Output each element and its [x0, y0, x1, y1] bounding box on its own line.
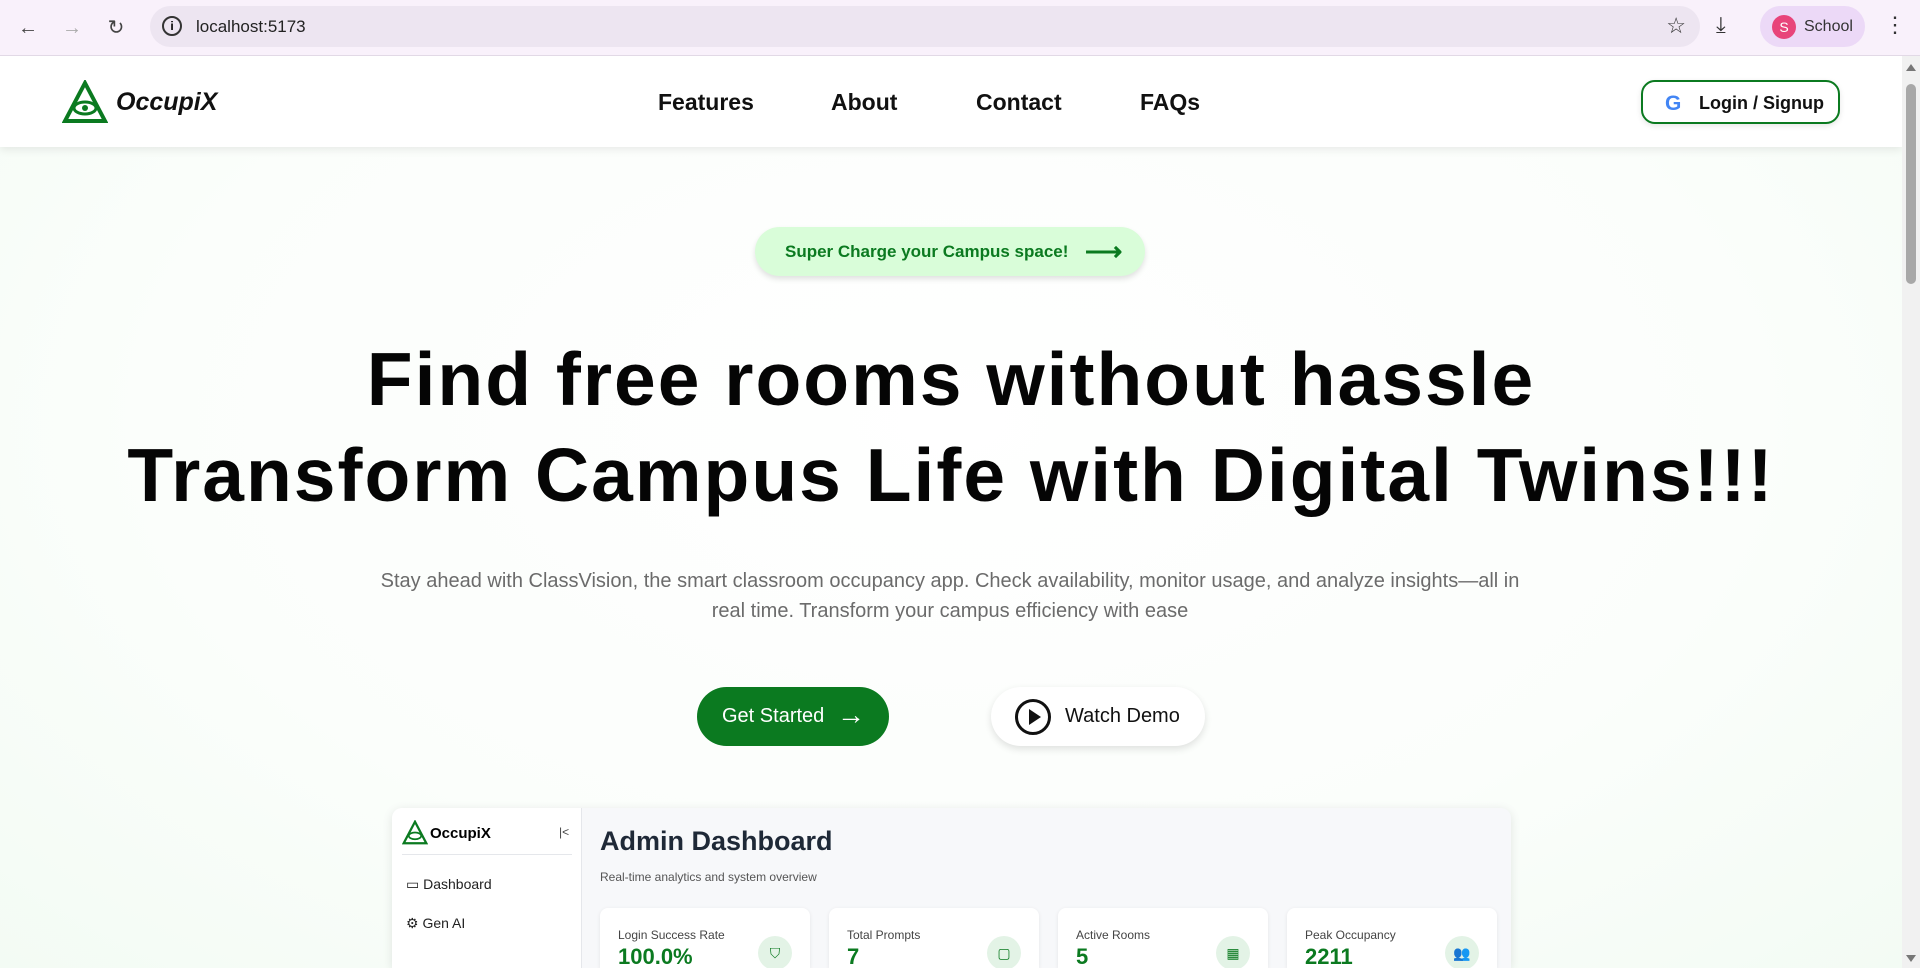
sidebar-item-gen-ai[interactable]: ⚙ Gen AI [406, 915, 465, 932]
preview-title: Admin Dashboard [600, 826, 833, 856]
supercharge-badge[interactable]: Super Charge your Campus space! ⟶ [755, 227, 1145, 276]
page-scrollbar[interactable] [1902, 56, 1920, 968]
divider [402, 854, 572, 855]
google-icon: G [1665, 92, 1682, 115]
stat-value: 2211 [1305, 944, 1353, 968]
occupix-logo-icon[interactable] [62, 80, 108, 124]
login-label: Login / Signup [1699, 93, 1824, 113]
get-started-button[interactable]: Get Started → [697, 687, 889, 746]
sidebar-item-label: Dashboard [423, 876, 492, 892]
get-started-label: Get Started [722, 705, 825, 727]
address-bar[interactable]: i localhost:5173 ☆ [150, 6, 1700, 47]
url-text[interactable]: localhost:5173 [196, 17, 306, 37]
cpu-icon: ⚙ [406, 915, 423, 931]
back-icon[interactable]: ← [12, 12, 44, 44]
sidebar-item-dashboard[interactable]: ▭ Dashboard [406, 876, 492, 893]
stat-label: Login Success Rate [618, 928, 725, 942]
nav-contact[interactable]: Contact [976, 89, 1062, 116]
forward-icon[interactable]: → [56, 12, 88, 44]
stat-value: 5 [1076, 944, 1089, 968]
nav-about[interactable]: About [831, 89, 897, 116]
profile-name: School [1804, 18, 1853, 35]
stat-card-login-success: Login Success Rate 100.0% ⛉ [600, 908, 810, 968]
stat-value: 7 [847, 944, 860, 968]
navbar: OccupiX Features About Contact FAQs G Lo… [0, 56, 1902, 147]
stat-label: Total Prompts [847, 928, 921, 942]
stat-value: 100.0% [618, 944, 693, 968]
building-icon: ▦ [1216, 936, 1250, 968]
nav-faqs[interactable]: FAQs [1140, 89, 1200, 116]
occupix-logo-icon [402, 820, 428, 845]
message-icon: ▢ [987, 936, 1021, 968]
profile-button[interactable]: S School [1760, 6, 1865, 47]
login-signup-button[interactable]: G Login / Signup [1641, 80, 1840, 124]
browser-toolbar: ← → ↻ i localhost:5173 ☆ ⤓ S School ⋮ [0, 0, 1920, 56]
browser-menu-icon[interactable]: ⋮ [1884, 12, 1906, 38]
bookmark-star-icon[interactable]: ☆ [1666, 13, 1686, 39]
arrow-right-icon: ⟶ [1085, 236, 1123, 266]
landing-page: OccupiX Features About Contact FAQs G Lo… [0, 56, 1902, 968]
watch-demo-button[interactable]: Watch Demo [991, 687, 1205, 746]
collapse-sidebar-icon[interactable]: |< [559, 825, 569, 839]
reload-icon[interactable]: ↻ [100, 12, 132, 44]
site-info-icon[interactable]: i [162, 16, 182, 36]
stat-label: Peak Occupancy [1305, 928, 1396, 942]
arrow-right-icon: → [837, 699, 865, 730]
scroll-down-icon[interactable] [1906, 955, 1916, 962]
stat-card-active-rooms: Active Rooms 5 ▦ [1058, 908, 1268, 968]
hero-title-line1: Find free rooms without hassle [366, 337, 1536, 421]
dashboard-preview: OccupiX |< ▭ Dashboard ⚙ Gen AI Admin Da… [392, 808, 1511, 968]
nav-features[interactable]: Features [658, 89, 754, 116]
preview-subtitle: Real-time analytics and system overview [600, 870, 817, 884]
stat-card-total-prompts: Total Prompts 7 ▢ [829, 908, 1039, 968]
avatar: S [1772, 15, 1796, 39]
hero-subtitle: Stay ahead with ClassVision, the smart c… [380, 570, 1520, 622]
badge-text: Super Charge your Campus space! [785, 242, 1069, 261]
scrollbar-thumb[interactable] [1906, 84, 1916, 284]
play-icon [1015, 699, 1051, 735]
preview-brand: OccupiX [430, 825, 491, 842]
stat-card-peak-occupancy: Peak Occupancy 2211 👥 [1287, 908, 1497, 968]
brand-name[interactable]: OccupiX [116, 88, 217, 117]
users-icon: 👥 [1445, 936, 1479, 968]
download-icon[interactable]: ⤓ [1716, 12, 1726, 38]
sidebar-item-label: Gen AI [422, 915, 466, 931]
shield-icon: ⛉ [758, 936, 792, 968]
dashboard-icon: ▭ [406, 876, 424, 892]
watch-demo-label: Watch Demo [1065, 705, 1180, 727]
hero-title-line2: Transform Campus Life with Digital Twins… [127, 433, 1775, 517]
scroll-up-icon[interactable] [1906, 64, 1916, 71]
preview-sidebar: OccupiX |< ▭ Dashboard ⚙ Gen AI [392, 808, 582, 968]
stat-label: Active Rooms [1076, 928, 1151, 942]
